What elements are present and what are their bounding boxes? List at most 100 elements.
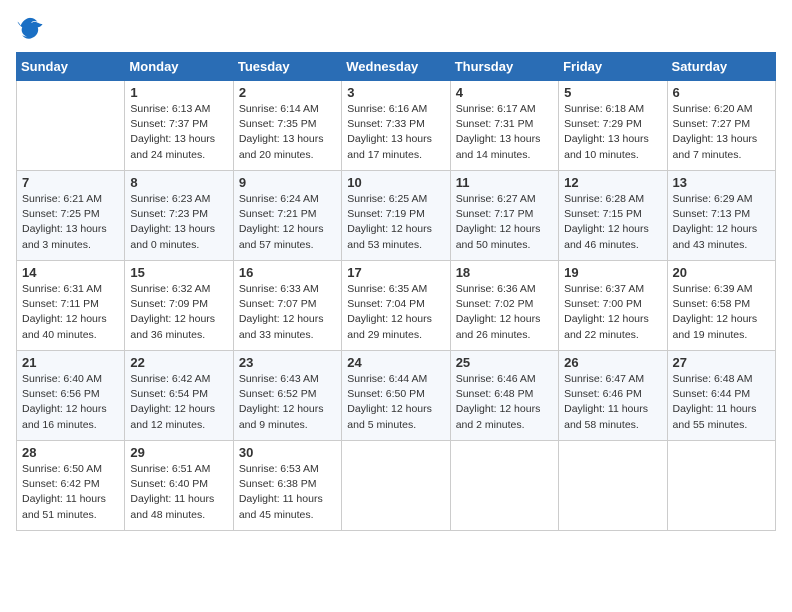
calendar-cell: 9 Sunrise: 6:24 AM Sunset: 7:21 PM Daylig…	[233, 171, 341, 261]
cell-content: Sunrise: 6:51 AM Sunset: 6:40 PM Dayligh…	[130, 462, 227, 523]
calendar-cell: 24Sunrise: 6:44 AM Sunset: 6:50 PM Dayli…	[342, 351, 450, 441]
cell-content: Sunrise: 6:14 AM Sunset: 7:35 PM Dayligh…	[239, 102, 336, 163]
cell-content: Sunrise: 6:13 AM Sunset: 7:37 PM Dayligh…	[130, 102, 227, 163]
day-number: 8	[130, 175, 227, 190]
page-header	[16, 16, 776, 40]
day-number: 5	[564, 85, 661, 100]
calendar-cell: 25 Sunrise: 6:46 AM Sunset: 6:48 PM Dayli…	[450, 351, 558, 441]
cell-content: Sunrise: 6:18 AM Sunset: 7:29 PM Dayligh…	[564, 102, 661, 163]
calendar-header-row: SundayMondayTuesdayWednesdayThursdayFrid…	[17, 53, 776, 81]
cell-content: Sunrise: 6:21 AM Sunset: 7:25 PM Dayligh…	[22, 192, 119, 253]
calendar-cell: 22 Sunrise: 6:42 AM Sunset: 6:54 PM Dayli…	[125, 351, 233, 441]
calendar-cell: 18 Sunrise: 6:36 AM Sunset: 7:02 PM Dayli…	[450, 261, 558, 351]
cell-content: Sunrise: 6:53 AM Sunset: 6:38 PM Dayligh…	[239, 462, 336, 523]
calendar-cell: 26Sunrise: 6:47 AM Sunset: 6:46 PM Dayli…	[559, 351, 667, 441]
cell-content: Sunrise: 6:33 AM Sunset: 7:07 PM Dayligh…	[239, 282, 336, 343]
calendar-week-row: 21Sunrise: 6:40 AM Sunset: 6:56 PM Dayli…	[17, 351, 776, 441]
calendar-cell	[342, 441, 450, 531]
day-number: 27	[673, 355, 770, 370]
calendar-cell	[450, 441, 558, 531]
day-number: 23	[239, 355, 336, 370]
day-number: 3	[347, 85, 444, 100]
cell-content: Sunrise: 6:28 AM Sunset: 7:15 PM Dayligh…	[564, 192, 661, 253]
cell-content: Sunrise: 6:20 AM Sunset: 7:27 PM Dayligh…	[673, 102, 770, 163]
calendar-cell: 12Sunrise: 6:28 AM Sunset: 7:15 PM Dayli…	[559, 171, 667, 261]
day-number: 17	[347, 265, 444, 280]
day-number: 19	[564, 265, 661, 280]
calendar-cell: 3 Sunrise: 6:16 AM Sunset: 7:33 PM Daylig…	[342, 81, 450, 171]
calendar-cell: 16Sunrise: 6:33 AM Sunset: 7:07 PM Dayli…	[233, 261, 341, 351]
col-header-sunday: Sunday	[17, 53, 125, 81]
col-header-saturday: Saturday	[667, 53, 775, 81]
calendar-table: SundayMondayTuesdayWednesdayThursdayFrid…	[16, 52, 776, 531]
day-number: 22	[130, 355, 227, 370]
calendar-cell: 15 Sunrise: 6:32 AM Sunset: 7:09 PM Dayli…	[125, 261, 233, 351]
calendar-cell: 1 Sunrise: 6:13 AM Sunset: 7:37 PM Daylig…	[125, 81, 233, 171]
day-number: 26	[564, 355, 661, 370]
calendar-cell: 21Sunrise: 6:40 AM Sunset: 6:56 PM Dayli…	[17, 351, 125, 441]
day-number: 14	[22, 265, 119, 280]
cell-content: Sunrise: 6:42 AM Sunset: 6:54 PM Dayligh…	[130, 372, 227, 433]
cell-content: Sunrise: 6:36 AM Sunset: 7:02 PM Dayligh…	[456, 282, 553, 343]
col-header-tuesday: Tuesday	[233, 53, 341, 81]
calendar-cell	[667, 441, 775, 531]
col-header-monday: Monday	[125, 53, 233, 81]
calendar-cell: 30 Sunrise: 6:53 AM Sunset: 6:38 PM Dayli…	[233, 441, 341, 531]
calendar-cell: 20 Sunrise: 6:39 AM Sunset: 6:58 PM Dayli…	[667, 261, 775, 351]
calendar-cell: 8 Sunrise: 6:23 AM Sunset: 7:23 PM Daylig…	[125, 171, 233, 261]
day-number: 2	[239, 85, 336, 100]
calendar-cell	[559, 441, 667, 531]
cell-content: Sunrise: 6:29 AM Sunset: 7:13 PM Dayligh…	[673, 192, 770, 253]
cell-content: Sunrise: 6:32 AM Sunset: 7:09 PM Dayligh…	[130, 282, 227, 343]
cell-content: Sunrise: 6:23 AM Sunset: 7:23 PM Dayligh…	[130, 192, 227, 253]
cell-content: Sunrise: 6:39 AM Sunset: 6:58 PM Dayligh…	[673, 282, 770, 343]
col-header-friday: Friday	[559, 53, 667, 81]
calendar-cell: 28Sunrise: 6:50 AM Sunset: 6:42 PM Dayli…	[17, 441, 125, 531]
calendar-cell: 2 Sunrise: 6:14 AM Sunset: 7:35 PM Daylig…	[233, 81, 341, 171]
day-number: 29	[130, 445, 227, 460]
calendar-cell: 6 Sunrise: 6:20 AM Sunset: 7:27 PM Daylig…	[667, 81, 775, 171]
day-number: 30	[239, 445, 336, 460]
day-number: 10	[347, 175, 444, 190]
day-number: 6	[673, 85, 770, 100]
calendar-cell: 4Sunrise: 6:17 AM Sunset: 7:31 PM Daylig…	[450, 81, 558, 171]
cell-content: Sunrise: 6:46 AM Sunset: 6:48 PM Dayligh…	[456, 372, 553, 433]
day-number: 13	[673, 175, 770, 190]
calendar-cell: 5 Sunrise: 6:18 AM Sunset: 7:29 PM Daylig…	[559, 81, 667, 171]
col-header-thursday: Thursday	[450, 53, 558, 81]
cell-content: Sunrise: 6:48 AM Sunset: 6:44 PM Dayligh…	[673, 372, 770, 433]
calendar-cell: 23 Sunrise: 6:43 AM Sunset: 6:52 PM Dayli…	[233, 351, 341, 441]
logo-bird-icon	[16, 16, 44, 40]
col-header-wednesday: Wednesday	[342, 53, 450, 81]
cell-content: Sunrise: 6:27 AM Sunset: 7:17 PM Dayligh…	[456, 192, 553, 253]
cell-content: Sunrise: 6:40 AM Sunset: 6:56 PM Dayligh…	[22, 372, 119, 433]
day-number: 15	[130, 265, 227, 280]
calendar-cell: 27 Sunrise: 6:48 AM Sunset: 6:44 PM Dayli…	[667, 351, 775, 441]
day-number: 9	[239, 175, 336, 190]
cell-content: Sunrise: 6:43 AM Sunset: 6:52 PM Dayligh…	[239, 372, 336, 433]
cell-content: Sunrise: 6:24 AM Sunset: 7:21 PM Dayligh…	[239, 192, 336, 253]
calendar-cell: 14Sunrise: 6:31 AM Sunset: 7:11 PM Dayli…	[17, 261, 125, 351]
day-number: 20	[673, 265, 770, 280]
cell-content: Sunrise: 6:16 AM Sunset: 7:33 PM Dayligh…	[347, 102, 444, 163]
day-number: 11	[456, 175, 553, 190]
calendar-cell: 17 Sunrise: 6:35 AM Sunset: 7:04 PM Dayli…	[342, 261, 450, 351]
cell-content: Sunrise: 6:44 AM Sunset: 6:50 PM Dayligh…	[347, 372, 444, 433]
calendar-week-row: 28Sunrise: 6:50 AM Sunset: 6:42 PM Dayli…	[17, 441, 776, 531]
cell-content: Sunrise: 6:37 AM Sunset: 7:00 PM Dayligh…	[564, 282, 661, 343]
day-number: 1	[130, 85, 227, 100]
calendar-cell: 19 Sunrise: 6:37 AM Sunset: 7:00 PM Dayli…	[559, 261, 667, 351]
day-number: 25	[456, 355, 553, 370]
cell-content: Sunrise: 6:25 AM Sunset: 7:19 PM Dayligh…	[347, 192, 444, 253]
day-number: 28	[22, 445, 119, 460]
cell-content: Sunrise: 6:35 AM Sunset: 7:04 PM Dayligh…	[347, 282, 444, 343]
day-number: 18	[456, 265, 553, 280]
cell-content: Sunrise: 6:17 AM Sunset: 7:31 PM Dayligh…	[456, 102, 553, 163]
calendar-cell: 13 Sunrise: 6:29 AM Sunset: 7:13 PM Dayli…	[667, 171, 775, 261]
logo	[16, 16, 48, 40]
calendar-cell	[17, 81, 125, 171]
calendar-cell: 10 Sunrise: 6:25 AM Sunset: 7:19 PM Dayli…	[342, 171, 450, 261]
calendar-cell: 7 Sunrise: 6:21 AM Sunset: 7:25 PM Daylig…	[17, 171, 125, 261]
calendar-week-row: 14Sunrise: 6:31 AM Sunset: 7:11 PM Dayli…	[17, 261, 776, 351]
day-number: 7	[22, 175, 119, 190]
